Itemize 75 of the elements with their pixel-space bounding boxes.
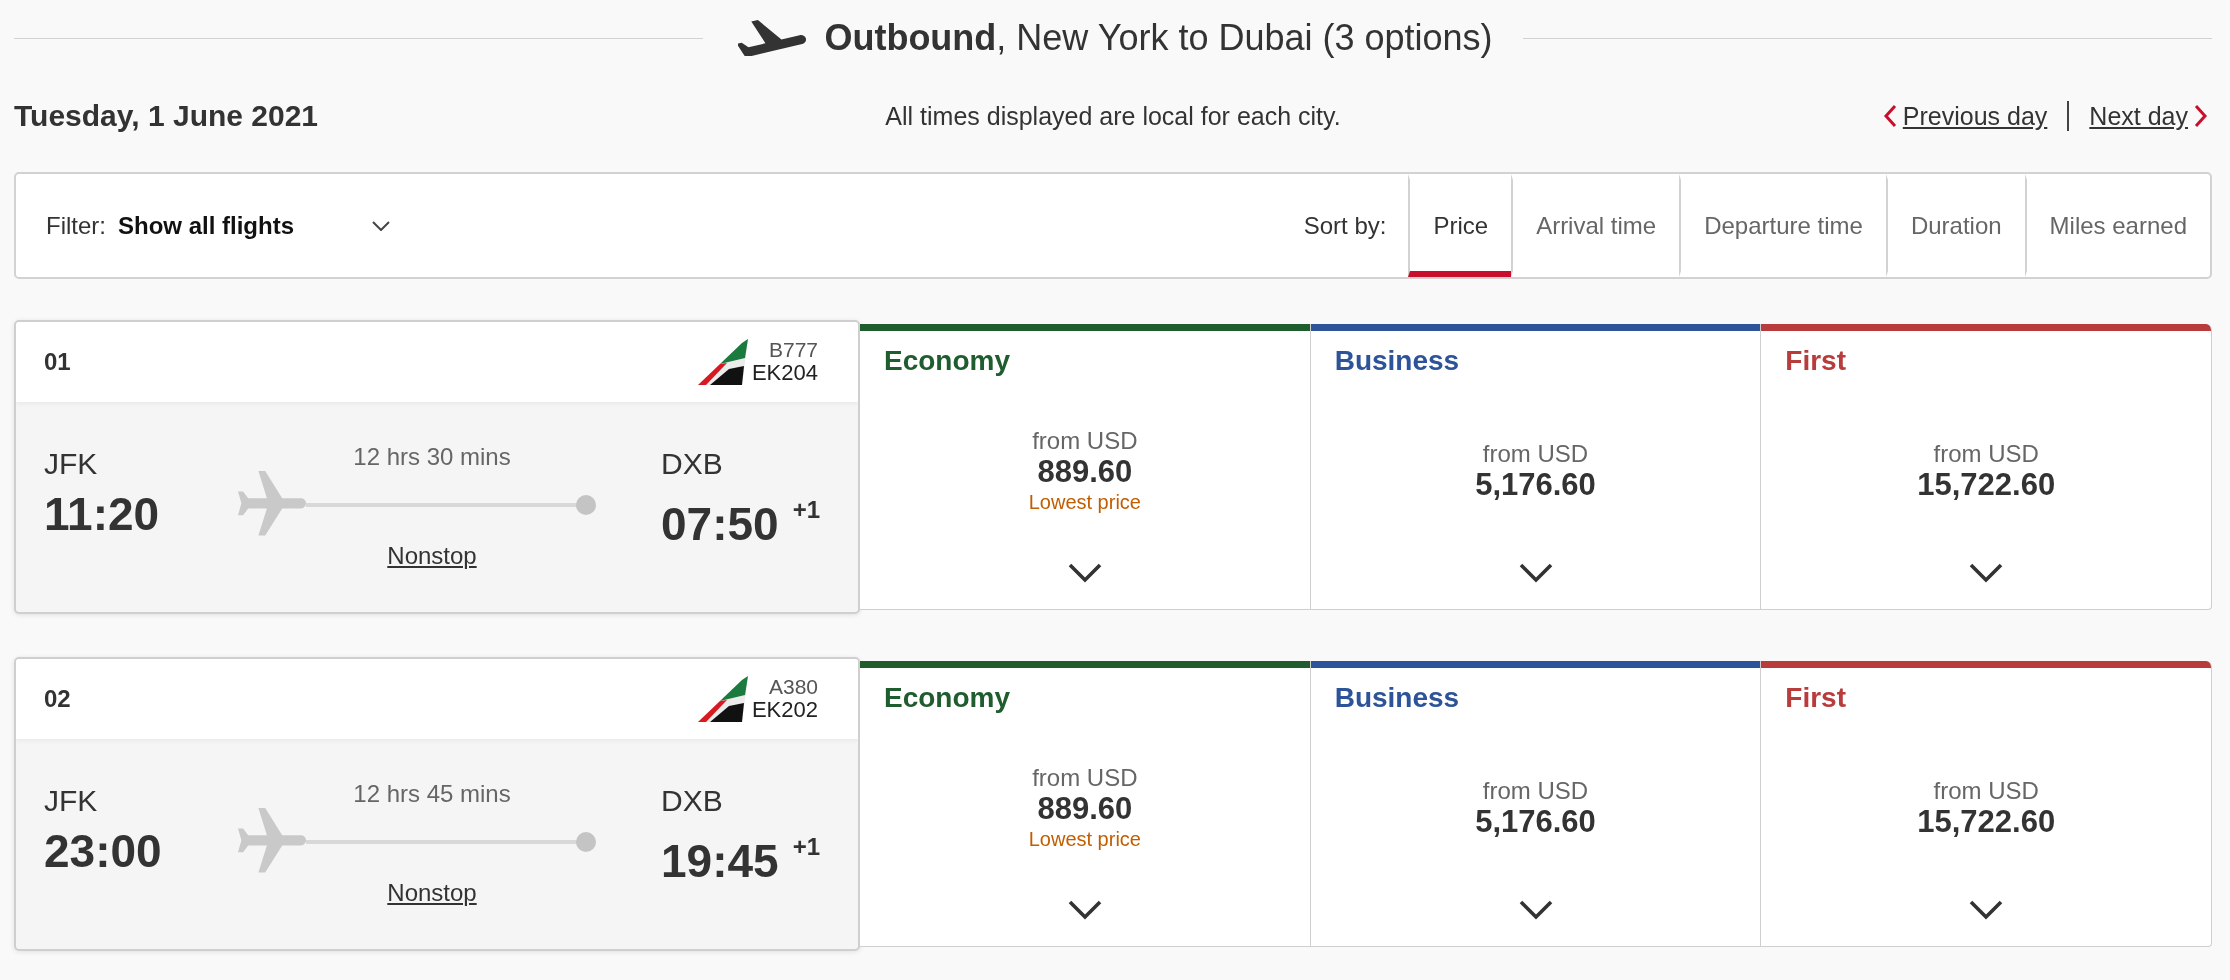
chevron-right-icon	[2194, 104, 2208, 128]
timezone-note: All times displayed are local for each city.	[885, 101, 1341, 131]
lowest-price-note: Lowest price	[1028, 489, 1141, 515]
flight-duration: 12 hrs 45 mins	[353, 780, 511, 808]
arrival-time: 19:45	[661, 835, 779, 887]
fare-price: 15,722.60	[1917, 804, 2056, 839]
fare-price: 889.60	[1037, 454, 1133, 489]
fare-price: 5,176.60	[1475, 467, 1596, 502]
option-number: 02	[44, 685, 71, 713]
cabin-name: Business	[1333, 681, 1461, 715]
sort-tab[interactable]: Price	[1408, 174, 1512, 277]
tail-fin-icon	[697, 339, 748, 385]
stops-link[interactable]: Nonstop	[387, 880, 477, 906]
price-label: from USD	[1032, 763, 1138, 792]
day-offset: +1	[792, 496, 821, 524]
fare-card[interactable]: First from USD 15,722.60	[1761, 324, 2212, 610]
cabin-name: Business	[1333, 344, 1461, 378]
option-number: 01	[44, 348, 71, 376]
plane-icon	[738, 20, 807, 56]
page-title: Outbound, New York to Dubai (3 options)	[824, 17, 1493, 59]
next-day-link[interactable]: Next day	[2089, 101, 2208, 131]
plane-icon	[238, 471, 306, 539]
tail-fin-icon	[697, 676, 748, 722]
sort-tab[interactable]: Arrival time	[1511, 174, 1680, 277]
chevron-down-icon[interactable]	[1969, 900, 2004, 920]
sort-tab[interactable]: Departure time	[1679, 174, 1886, 277]
flight-number: EK202	[751, 698, 818, 722]
fare-price: 889.60	[1037, 791, 1133, 826]
sort-tab[interactable]: Miles earned	[2024, 174, 2210, 277]
arrival-time: 07:50	[661, 498, 779, 550]
cabin-name: First	[1784, 344, 1848, 378]
fare-price: 15,722.60	[1917, 467, 2056, 502]
sort-label: Sort by:	[1303, 211, 1387, 240]
sort-tab[interactable]: Duration	[1885, 174, 2025, 277]
airport-code: DXB	[661, 446, 723, 482]
route-end-dot-icon	[576, 495, 596, 515]
price-label: from USD	[1482, 776, 1589, 805]
airport-code: DXB	[661, 783, 723, 819]
fare-card[interactable]: Economy from USD 889.60 Lowest price	[860, 661, 1311, 947]
flight-duration: 12 hrs 30 mins	[353, 443, 511, 471]
flight-number: EK204	[751, 361, 818, 385]
filter-dropdown[interactable]: Show all flights	[110, 205, 398, 246]
aircraft-type: A380	[768, 676, 818, 699]
price-label: from USD	[1482, 439, 1589, 468]
price-label: from USD	[1933, 439, 2039, 468]
chevron-down-icon[interactable]	[1518, 900, 1553, 920]
chevron-down-icon	[372, 220, 390, 231]
aircraft-type: B777	[768, 339, 818, 362]
chevron-down-icon[interactable]	[1969, 563, 2004, 583]
chevron-down-icon[interactable]	[1067, 900, 1102, 920]
price-label: from USD	[1032, 426, 1138, 455]
price-label: from USD	[1933, 776, 2039, 805]
fare-card[interactable]: Economy from USD 889.60 Lowest price	[860, 324, 1311, 610]
airport-code: JFK	[44, 446, 98, 482]
stops-link[interactable]: Nonstop	[387, 543, 477, 569]
departure-time: 11:20	[44, 488, 160, 540]
chevron-down-icon[interactable]	[1518, 563, 1553, 583]
chevron-left-icon	[1882, 104, 1897, 128]
fare-card[interactable]: Business from USD 5,176.60	[1310, 661, 1762, 947]
cabin-name: Economy	[883, 681, 1012, 715]
cabin-name: First	[1784, 681, 1848, 715]
departure-time: 23:00	[44, 825, 162, 877]
airport-code: JFK	[44, 783, 98, 819]
travel-date: Tuesday, 1 June 2021	[14, 99, 320, 133]
fare-price: 5,176.60	[1475, 804, 1596, 839]
cabin-name: Economy	[883, 344, 1012, 378]
previous-day-link[interactable]: Previous day	[1882, 101, 2048, 131]
chevron-down-icon[interactable]	[1067, 563, 1102, 583]
day-offset: +1	[792, 833, 821, 861]
lowest-price-note: Lowest price	[1028, 826, 1141, 852]
filter-label: Filter:	[46, 211, 106, 240]
fare-card[interactable]: Business from USD 5,176.60	[1310, 324, 1762, 610]
plane-icon	[238, 808, 306, 876]
route-end-dot-icon	[576, 832, 596, 852]
fare-card[interactable]: First from USD 15,722.60	[1761, 661, 2212, 947]
